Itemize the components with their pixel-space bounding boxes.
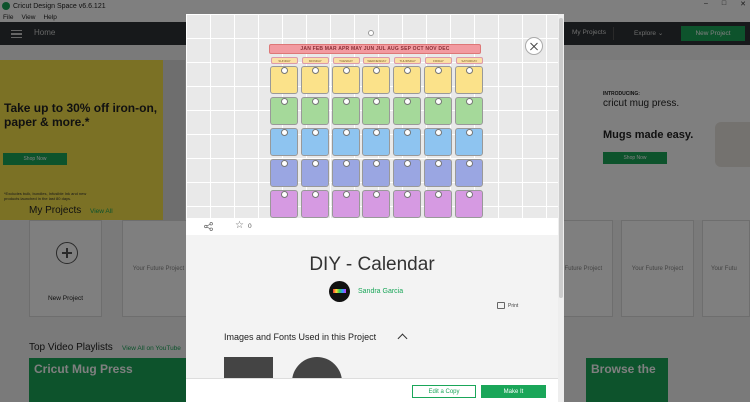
- print-label[interactable]: Print: [508, 303, 518, 309]
- calendar-cell: [331, 97, 360, 125]
- calendar-cell: [454, 66, 483, 94]
- author-link[interactable]: Sandra Garcia: [358, 288, 403, 295]
- calendar-cell: [331, 128, 360, 156]
- chevron-up-icon[interactable]: [397, 333, 408, 344]
- star-count: 0: [248, 223, 252, 230]
- calendar-cell: [362, 159, 391, 187]
- calendar-day-header: FRIDAY: [425, 57, 452, 64]
- calendar-day-header: SATURDAY: [455, 57, 483, 64]
- project-preview-image: JAN FEB MAR APR MAY JUN JUL AUG SEP OCT …: [186, 14, 558, 218]
- images-fonts-heading[interactable]: Images and Fonts Used in this Project: [224, 332, 376, 342]
- calendar-cell: [393, 128, 422, 156]
- calendar-day-header: TUESDAY: [332, 57, 360, 64]
- calendar-cell: [454, 97, 483, 125]
- star-icon[interactable]: ☆: [235, 220, 244, 231]
- calendar-cell: [454, 159, 483, 187]
- calendar-day-header: MONDAY: [301, 57, 329, 64]
- calendar-cell: [362, 190, 391, 218]
- calendar-cell: [300, 66, 329, 94]
- calendar-cell: [393, 159, 422, 187]
- close-icon[interactable]: [525, 37, 543, 55]
- calendar-cell: [300, 159, 329, 187]
- calendar-cell: [424, 190, 452, 218]
- make-it-button[interactable]: Make It: [481, 385, 546, 398]
- modal-footer: Edit a Copy Make It: [186, 378, 558, 402]
- calendar-day-header: WEDNESDAY: [363, 57, 391, 64]
- author-avatar[interactable]: [329, 281, 350, 302]
- project-info: DIY - Calendar Sandra Garcia Print Image…: [186, 235, 558, 402]
- project-title: DIY - Calendar: [309, 254, 435, 275]
- calendar-cell: [424, 159, 452, 187]
- calendar-cell: [424, 97, 452, 125]
- calendar-cell: [424, 128, 452, 156]
- modal-scrollbar-thumb[interactable]: [559, 18, 563, 298]
- calendar-cell: [300, 97, 329, 125]
- calendar-cell: [454, 190, 483, 218]
- calendar-cell: [270, 128, 298, 156]
- mat-dot: [368, 30, 374, 36]
- edit-copy-button[interactable]: Edit a Copy: [412, 385, 476, 398]
- calendar-cell: [424, 66, 452, 94]
- calendar-cell: [454, 128, 483, 156]
- printer-icon[interactable]: [497, 302, 505, 309]
- calendar-cell: [362, 97, 391, 125]
- calendar-cell: [270, 97, 298, 125]
- calendar-cell: [331, 190, 360, 218]
- project-actions-row: ☆ 0: [186, 218, 558, 235]
- project-details-modal: JAN FEB MAR APR MAY JUN JUL AUG SEP OCT …: [186, 14, 564, 402]
- calendar-cell: [300, 128, 329, 156]
- calendar-cell: [300, 190, 329, 218]
- calendar-day-header: THURSDAY: [394, 57, 422, 64]
- calendar-cell: [270, 66, 298, 94]
- calendar-cell: [393, 97, 422, 125]
- calendar-cell: [362, 66, 391, 94]
- calendar-cell: [362, 128, 391, 156]
- calendar-cell: [331, 66, 360, 94]
- calendar-cell: [393, 66, 422, 94]
- calendar-cell: [270, 159, 298, 187]
- share-icon[interactable]: [204, 222, 213, 231]
- months-banner: JAN FEB MAR APR MAY JUN JUL AUG SEP OCT …: [269, 44, 481, 54]
- calendar-day-header: SUNDAY: [271, 57, 298, 64]
- calendar-cell: [331, 159, 360, 187]
- calendar-cell: [270, 190, 298, 218]
- calendar-cell: [393, 190, 422, 218]
